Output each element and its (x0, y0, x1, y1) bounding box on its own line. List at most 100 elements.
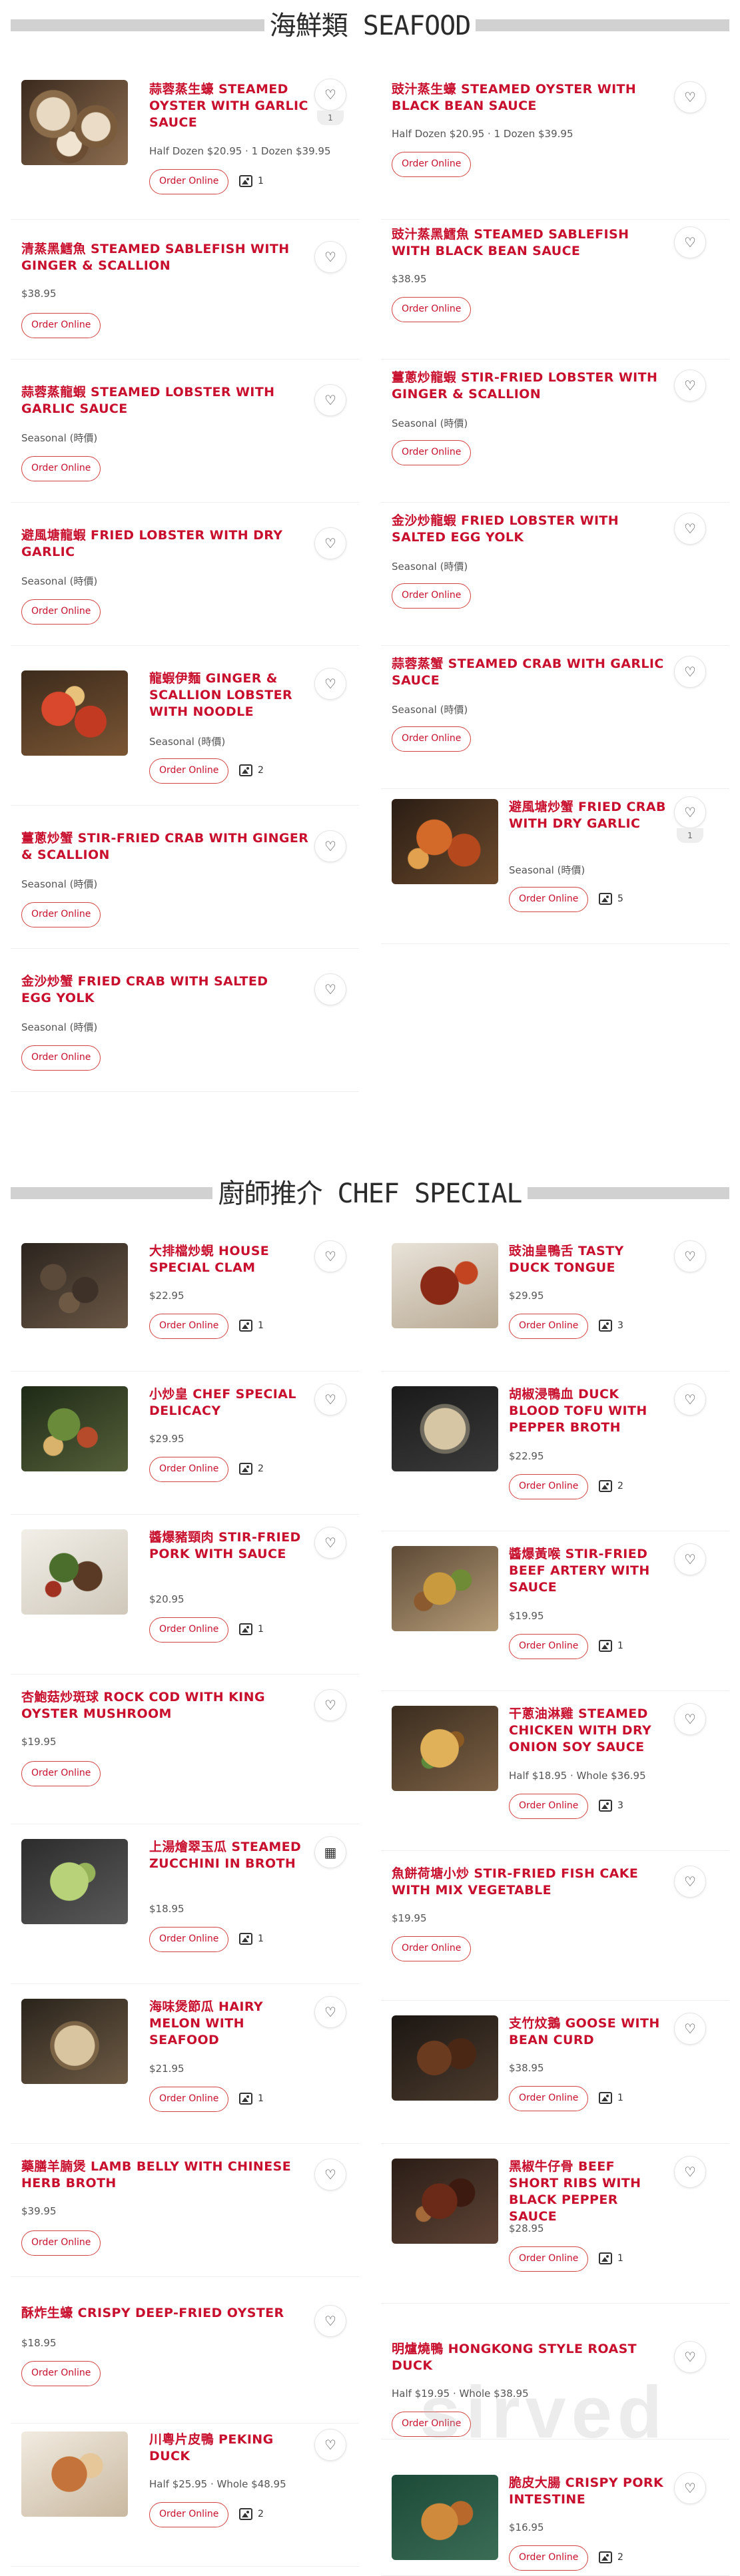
order-online-button[interactable]: Order Online (392, 726, 472, 752)
favorite-button[interactable]: ♡ (314, 384, 346, 416)
dish-photo[interactable] (21, 80, 128, 165)
order-online-button[interactable]: Order Online (21, 599, 101, 625)
order-online-button[interactable]: Order Online (149, 2087, 229, 2112)
favorite-button[interactable]: ♡ (314, 527, 346, 559)
photo-count[interactable]: 1 (599, 2252, 623, 2264)
favorite-button[interactable]: ♡ (314, 668, 346, 700)
dish-photo[interactable] (392, 2475, 498, 2560)
favorite-button[interactable]: ♡ (674, 2341, 706, 2373)
favorite-button[interactable]: ♡ (674, 1240, 706, 1272)
order-online-button[interactable]: Order Online (149, 758, 229, 784)
photo-count[interactable]: 3 (599, 1320, 623, 1332)
order-online-button[interactable]: Order Online (21, 2230, 101, 2256)
photo-count[interactable]: 1 (599, 1640, 623, 1652)
order-online-button[interactable]: Order Online (509, 1794, 589, 1819)
photo-count[interactable]: 1 (239, 1933, 264, 1945)
favorite-button[interactable]: ♡ (314, 2159, 346, 2190)
photo-count[interactable]: 2 (239, 2508, 264, 2520)
order-online-button[interactable]: Order Online (21, 1045, 101, 1071)
dish-photo[interactable] (21, 1999, 128, 2084)
dish-photo[interactable] (21, 1839, 128, 1924)
dish-photo[interactable] (21, 2432, 128, 2517)
photo-count[interactable]: 1 (239, 175, 264, 187)
favorite-button[interactable]: ♡ (674, 796, 706, 828)
dish-photo[interactable] (21, 1529, 128, 1615)
dish-photo[interactable] (21, 670, 128, 756)
favorite-button[interactable]: ♡ (674, 1543, 706, 1575)
order-online-button[interactable]: Order Online (149, 169, 229, 194)
dish-photo[interactable] (392, 1546, 498, 1631)
photo-count[interactable]: 5 (599, 893, 623, 905)
dish-photo[interactable] (392, 1386, 498, 1471)
menu-item: 上湯燴翠玉瓜 STEAMED ZUCCHINI IN BROTH $18.95 … (11, 1824, 359, 1984)
photo-count[interactable]: 3 (599, 1800, 623, 1812)
dish-photo[interactable] (392, 1706, 498, 1791)
favorite-button[interactable]: ♡ (674, 81, 706, 113)
order-online-button[interactable]: Order Online (509, 1314, 589, 1339)
favorite-button[interactable]: ♡ (314, 1996, 346, 2028)
order-online-button[interactable]: Order Online (509, 2086, 589, 2111)
photo-count[interactable]: 2 (239, 764, 264, 776)
order-online-button[interactable]: Order Online (149, 1457, 229, 1482)
order-online-button[interactable]: Order Online (509, 887, 589, 912)
dish-photo[interactable] (21, 1386, 128, 1471)
favorite-button[interactable]: ♡ (314, 1384, 346, 1416)
photo-count[interactable]: 1 (239, 1320, 264, 1332)
dish-photo[interactable] (392, 799, 498, 884)
favorite-button[interactable]: ▦ (314, 1836, 346, 1868)
favorite-button[interactable]: ♡ (314, 79, 346, 111)
photo-count[interactable]: 2 (599, 1480, 623, 1492)
order-online-button[interactable]: Order Online (21, 902, 101, 927)
favorite-button[interactable]: ♡ (314, 1527, 346, 1559)
dish-name: 避風塘龍蝦 FRIED LOBSTER WITH DRY GARLIC (21, 528, 283, 559)
favorite-button[interactable]: ♡ (674, 1384, 706, 1416)
image-icon (599, 1800, 612, 1812)
order-online-button[interactable]: Order Online (149, 1927, 229, 1952)
favorite-button[interactable]: ♡ (314, 2305, 346, 2337)
order-online-button[interactable]: Order Online (392, 583, 472, 609)
dish-price: Seasonal (時價) (21, 575, 98, 587)
order-online-button[interactable]: Order Online (509, 2545, 589, 2571)
dish-photo[interactable] (392, 2015, 498, 2101)
favorite-button[interactable]: ♡ (674, 370, 706, 401)
menu-item: 干蔥油淋雞 STEAMED CHICKEN WITH DRY ONION SOY… (381, 1691, 729, 1851)
photo-count[interactable]: 2 (599, 2551, 623, 2563)
favorite-button[interactable]: ♡ (674, 226, 706, 258)
favorite-button[interactable]: ♡ (314, 830, 346, 862)
order-online-button[interactable]: Order Online (509, 2246, 589, 2272)
order-online-button[interactable]: Order Online (392, 1936, 472, 1961)
order-online-button[interactable]: Order Online (392, 440, 472, 465)
photo-count[interactable]: 1 (599, 2092, 623, 2104)
dish-name: 豉汁蒸生蠔 STEAMED OYSTER WITH BLACK BEAN SAU… (392, 82, 637, 113)
order-online-button[interactable]: Order Online (392, 152, 472, 177)
order-online-button[interactable]: Order Online (149, 2502, 229, 2527)
favorite-button[interactable]: ♡ (314, 1689, 346, 1721)
photo-count[interactable]: 2 (239, 1463, 264, 1475)
order-online-button[interactable]: Order Online (21, 1761, 101, 1786)
dish-photo[interactable] (21, 1243, 128, 1328)
photo-count[interactable]: 1 (239, 2093, 264, 2105)
favorite-button[interactable]: ♡ (314, 1240, 346, 1272)
favorite-button[interactable]: ♡ (674, 513, 706, 545)
favorite-button[interactable]: ♡ (314, 2429, 346, 2461)
order-online-button[interactable]: Order Online (21, 2361, 101, 2386)
image-icon (599, 2551, 612, 2563)
order-online-button[interactable]: Order Online (392, 297, 472, 322)
favorite-button[interactable]: ♡ (674, 2156, 706, 2188)
order-online-button[interactable]: Order Online (149, 1617, 229, 1643)
favorite-button[interactable]: ♡ (314, 973, 346, 1005)
order-online-button[interactable]: Order Online (509, 1474, 589, 1499)
order-online-button[interactable]: Order Online (509, 1634, 589, 1659)
favorite-button[interactable]: ♡ (674, 1703, 706, 1735)
favorite-button[interactable]: ♡ (674, 2472, 706, 2504)
photo-count[interactable]: 1 (239, 1623, 264, 1635)
dish-photo[interactable] (392, 1243, 498, 1328)
favorite-button[interactable]: ♡ (674, 1866, 706, 1898)
favorite-button[interactable]: ♡ (314, 241, 346, 273)
favorite-button[interactable]: ♡ (674, 2013, 706, 2045)
dish-photo[interactable] (392, 2159, 498, 2244)
favorite-button[interactable]: ♡ (674, 656, 706, 688)
order-online-button[interactable]: Order Online (21, 313, 101, 338)
order-online-button[interactable]: Order Online (149, 1314, 229, 1339)
order-online-button[interactable]: Order Online (21, 456, 101, 481)
